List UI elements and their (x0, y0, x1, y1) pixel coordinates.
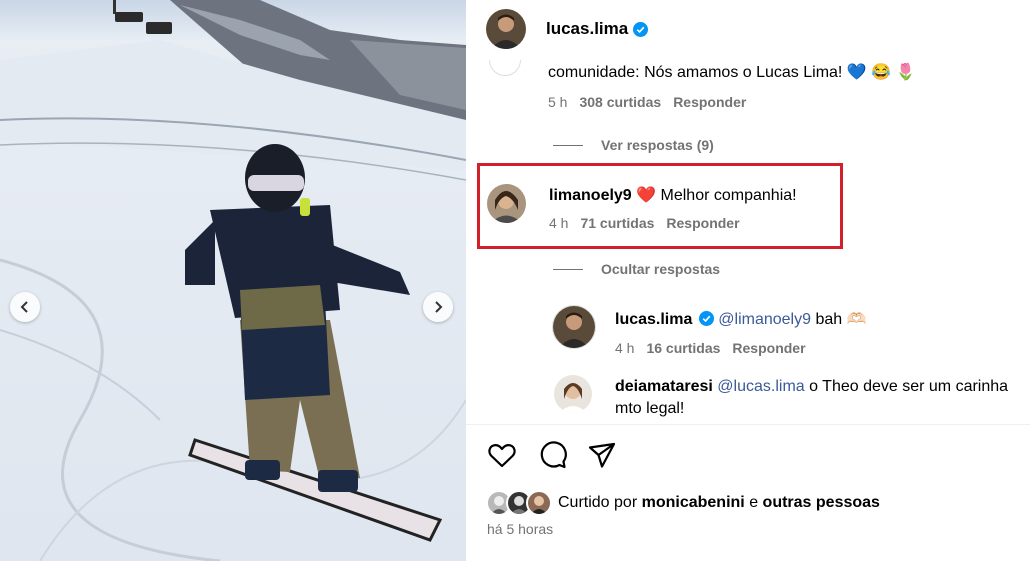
comment-time: 4 h (549, 215, 569, 231)
liked-by-others[interactable]: outras pessoas (763, 494, 880, 512)
toggle-line (553, 144, 583, 146)
hide-replies-button[interactable]: Ocultar respostas (553, 261, 720, 277)
view-replies-button[interactable]: Ver respostas (9) (553, 137, 714, 153)
mention-link[interactable]: @limanoely9 (718, 311, 811, 328)
comment-text: ❤️ Melhor companhia! (636, 187, 797, 204)
reply-comment: lucas.lima @limanoely9 bah 🫶🏻 4 h 16 cur… (615, 309, 867, 356)
post-header: lucas.lima (486, 8, 649, 50)
reply-button[interactable]: Responder (666, 215, 739, 231)
comment-time: 4 h (615, 340, 635, 356)
comment-icon[interactable] (536, 439, 568, 471)
carousel-next-button[interactable] (423, 292, 453, 322)
hide-replies-label: Ocultar respostas (601, 261, 721, 277)
mention-link[interactable]: @lucas.lima (717, 378, 804, 395)
comment-username[interactable]: deiamataresi (615, 378, 713, 395)
liked-by-prefix: Curtido por (558, 494, 638, 511)
comment-text: o Theo deve ser um carinha (809, 378, 1009, 395)
reply-button[interactable]: Responder (673, 94, 746, 110)
divider (466, 424, 1030, 425)
likes-summary: Curtido por monicabenini e outras pessoa… (486, 490, 880, 516)
liker-avatars (486, 490, 552, 516)
comment-likes[interactable]: 16 curtidas (646, 340, 720, 356)
commenter-avatar[interactable] (487, 184, 526, 223)
liker-avatar[interactable] (526, 490, 552, 516)
carousel-prev-button[interactable] (10, 292, 40, 322)
verified-badge-icon (633, 21, 649, 37)
comment-text: mto legal! (615, 400, 685, 417)
comment-text: comunidade: Nós amamos o Lucas Lima! 💙 😂… (548, 64, 916, 81)
chevron-left-icon (20, 301, 28, 313)
view-replies-label: Ver respostas (9) (601, 137, 714, 153)
author-avatar[interactable] (486, 9, 526, 49)
reply-comment: deiamataresi @lucas.lima o Theo deve ser… (615, 376, 1030, 420)
post-time: há 5 horas (487, 521, 554, 537)
send-icon[interactable] (586, 439, 618, 471)
comment-time: 5 h (548, 94, 568, 110)
comment-username[interactable]: lucas.lima (615, 311, 692, 328)
reply-button[interactable]: Responder (732, 340, 805, 356)
post-photo (0, 0, 466, 561)
liked-by-and: e (749, 494, 759, 511)
comment-likes[interactable]: 308 curtidas (579, 94, 661, 110)
liked-by-user[interactable]: monicabenini (642, 494, 745, 512)
comment-prev-body: comunidade: Nós amamos o Lucas Lima! 💙 😂… (548, 62, 915, 110)
comment-text: bah 🫶🏻 (815, 311, 867, 328)
heart-icon[interactable] (486, 439, 518, 471)
verified-badge-icon (698, 311, 714, 326)
comment-username[interactable]: limanoely9 (549, 187, 632, 204)
chevron-right-icon (435, 301, 443, 313)
reply-avatar[interactable] (552, 305, 596, 349)
highlighted-comment: limanoely9 ❤️ Melhor companhia! 4 h 71 c… (549, 185, 797, 231)
author-username[interactable]: lucas.lima (546, 19, 628, 39)
reply-avatar[interactable] (554, 375, 592, 413)
toggle-line (553, 268, 583, 270)
comment-likes[interactable]: 71 curtidas (580, 215, 654, 231)
post-actions (486, 439, 618, 471)
